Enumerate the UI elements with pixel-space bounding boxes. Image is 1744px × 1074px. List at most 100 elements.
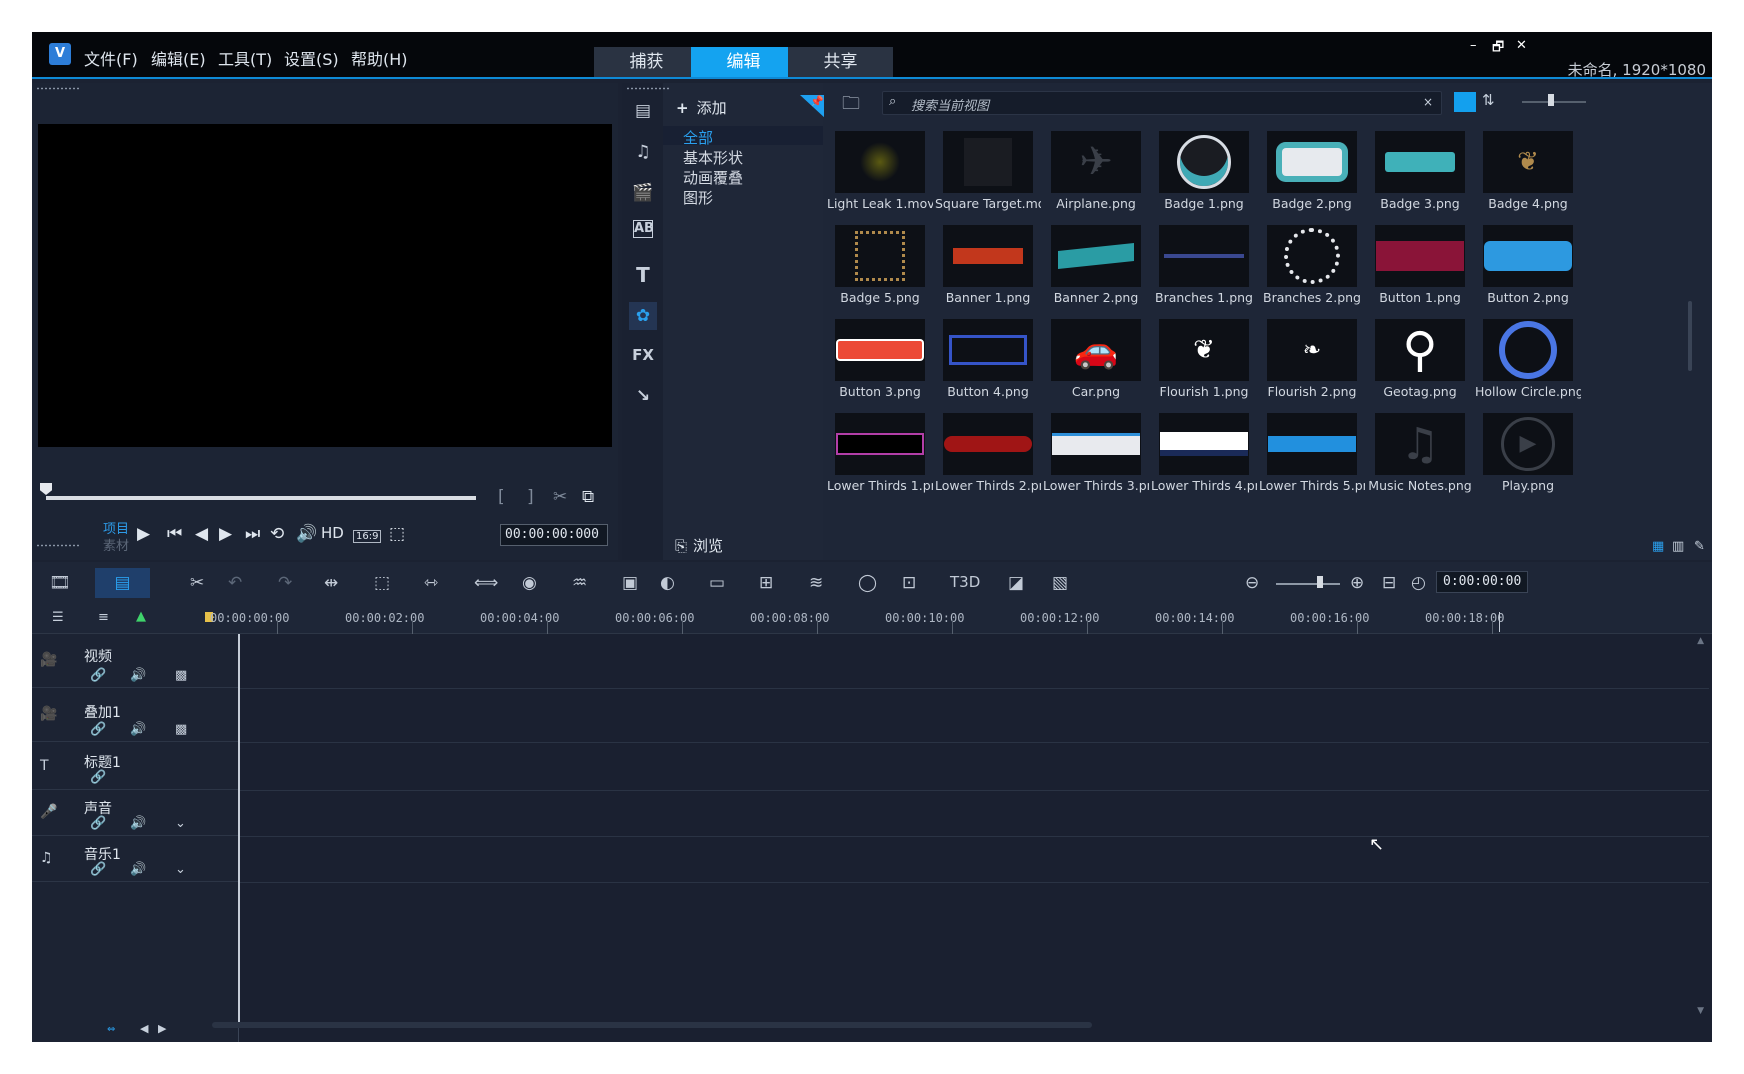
- track-header-overlay[interactable]: 🎥 叠加1 🔗 🔊 ▩: [32, 688, 239, 742]
- audio-mixer-icon[interactable]: ♒: [572, 573, 587, 593]
- timeline-horizontal-scrollbar[interactable]: [212, 1022, 1092, 1028]
- split-view-icon[interactable]: ▥: [1672, 539, 1684, 554]
- library-item[interactable]: Badge 1.png: [1151, 125, 1257, 217]
- library-item[interactable]: ♫ Music Notes.png: [1367, 407, 1473, 499]
- enlarge-preview-icon[interactable]: ⧉: [582, 487, 594, 507]
- split-icon[interactable]: ⇿: [424, 573, 438, 593]
- menu-help[interactable]: 帮助(H): [351, 46, 408, 70]
- path-icon[interactable]: ↘: [629, 382, 657, 410]
- tab-capture[interactable]: 捕获: [594, 47, 699, 77]
- mute-icon[interactable]: 🔊: [130, 668, 146, 683]
- mark-out-icon[interactable]: ]: [527, 487, 534, 507]
- redo-icon[interactable]: ↷: [278, 573, 292, 593]
- smart-package-icon[interactable]: ◪: [1008, 573, 1024, 593]
- library-item[interactable]: ❦ Badge 4.png: [1475, 125, 1581, 217]
- library-item[interactable]: Branches 1.png: [1151, 219, 1257, 311]
- link-icon[interactable]: 🔗: [90, 722, 106, 737]
- tools-icon[interactable]: ✂: [190, 573, 204, 593]
- ripple-toggle-icon[interactable]: ▩: [175, 722, 187, 737]
- track-header-music[interactable]: ♫ 音乐1 🔗 🔊 ⌄: [32, 836, 239, 882]
- pin-icon[interactable]: 📌: [800, 95, 826, 119]
- category-animated-overlays[interactable]: 动画覆叠: [683, 167, 743, 188]
- menu-tools[interactable]: 工具(T): [218, 46, 272, 70]
- add-button[interactable]: + 添加: [676, 97, 727, 118]
- library-item[interactable]: ❧ Flourish 2.png: [1259, 313, 1365, 405]
- undo-icon[interactable]: ↶: [228, 573, 242, 593]
- multi-camera-icon[interactable]: ▣: [622, 573, 638, 593]
- end-icon[interactable]: ⏭: [245, 524, 260, 544]
- media-icon[interactable]: ▤: [629, 97, 657, 125]
- timeline-ruler[interactable]: ☰ ≡ ▲ 00:00:00:00 00:00:02:00 00:00:04:00 0…: [32, 604, 1712, 634]
- thumbnail-size-slider[interactable]: [1522, 101, 1586, 103]
- player-timecode[interactable]: 00:00:00:000: [500, 524, 608, 546]
- library-item[interactable]: Lower Thirds 2.png: [935, 407, 1041, 499]
- subtitle-icon[interactable]: ▭: [709, 573, 725, 593]
- track-manager-icon[interactable]: ☰: [52, 610, 64, 625]
- library-item[interactable]: Badge 2.png: [1259, 125, 1365, 217]
- mute-icon[interactable]: 🔊: [130, 862, 146, 877]
- library-item[interactable]: Lower Thirds 3.png: [1043, 407, 1149, 499]
- playhead-line[interactable]: [238, 634, 240, 1024]
- video-wall-icon[interactable]: ▧: [1052, 573, 1068, 593]
- transition-icon[interactable]: 🎬: [629, 179, 657, 207]
- library-item[interactable]: Light Leak 1.mov: [827, 125, 933, 217]
- panel-grip[interactable]: [36, 87, 80, 90]
- library-item[interactable]: Hollow Circle.png: [1475, 313, 1581, 405]
- record-capture-icon[interactable]: ⬚: [374, 573, 390, 593]
- menu-settings[interactable]: 设置(S): [284, 46, 339, 70]
- link-icon[interactable]: 🔗: [90, 668, 106, 683]
- title-icon[interactable]: AB: [633, 220, 654, 238]
- link-icon[interactable]: 🔗: [90, 816, 106, 831]
- library-item[interactable]: Button 3.png: [827, 313, 933, 405]
- mode-clip-label[interactable]: 素材: [103, 535, 129, 554]
- track-header-title[interactable]: T 标题1 🔗: [32, 742, 239, 790]
- category-basic-shapes[interactable]: 基本形状: [683, 147, 743, 168]
- import-folder-icon[interactable]: 🗀: [842, 91, 860, 121]
- home-icon[interactable]: ⏮: [167, 524, 182, 544]
- ripple-edit-icon[interactable]: ▲: [136, 609, 146, 624]
- sort-icon[interactable]: ⇅: [1482, 91, 1495, 109]
- library-item[interactable]: Badge 5.png: [827, 219, 933, 311]
- ripple-toggle-icon[interactable]: ▩: [175, 668, 187, 683]
- timeline-track-area[interactable]: ↖ ▲ ▼: [238, 612, 1712, 1042]
- options-icon[interactable]: ✎: [1694, 539, 1705, 554]
- scroll-right-icon[interactable]: ▶: [158, 1022, 166, 1035]
- text-icon[interactable]: T: [629, 261, 657, 289]
- fit-to-window-icon[interactable]: ⇹: [324, 573, 338, 593]
- blend-icon[interactable]: ◐: [660, 573, 675, 593]
- zoom-in-icon[interactable]: ⊕: [1350, 573, 1364, 593]
- fit-project-icon[interactable]: ⊟: [1382, 573, 1396, 593]
- expand-icon[interactable]: ⌄: [175, 862, 186, 877]
- search-input[interactable]: ⌕ 搜索当前视图 ×: [882, 91, 1442, 115]
- track-header-video[interactable]: 🎥 视频 🔗 🔊 ▩: [32, 634, 239, 688]
- volume-icon[interactable]: 🔊: [296, 524, 317, 544]
- chapter-icon[interactable]: ≡: [98, 610, 109, 625]
- library-item[interactable]: ▶ Play.png: [1475, 407, 1581, 499]
- scrub-bar[interactable]: [46, 496, 476, 500]
- tab-share[interactable]: 共享: [788, 47, 893, 77]
- library-item[interactable]: Banner 2.png: [1043, 219, 1149, 311]
- hd-toggle[interactable]: HD: [321, 524, 344, 542]
- graphics-icon[interactable]: ✿: [629, 302, 657, 330]
- library-item[interactable]: Lower Thirds 5.png: [1259, 407, 1365, 499]
- pan-zoom-icon[interactable]: ⊡: [902, 573, 916, 593]
- tab-edit[interactable]: 编辑: [691, 47, 796, 77]
- library-view-icon[interactable]: ▦: [1652, 539, 1664, 554]
- thumbnail-size-handle[interactable]: [1548, 94, 1554, 106]
- list-view-icon[interactable]: [1454, 92, 1476, 112]
- category-graphics[interactable]: 图形: [683, 187, 713, 208]
- library-scrollbar[interactable]: [1688, 301, 1692, 371]
- aspect-ratio-button[interactable]: 16:9: [353, 530, 382, 543]
- minimize-icon[interactable]: –: [1470, 38, 1477, 53]
- motion-tracking-icon[interactable]: ≋: [809, 573, 823, 593]
- timeline-view-icon[interactable]: ▤: [95, 568, 150, 598]
- expand-icon[interactable]: ⌄: [175, 816, 186, 831]
- storyboard-view-icon[interactable]: 🎞: [49, 573, 71, 593]
- library-item[interactable]: Button 4.png: [935, 313, 1041, 405]
- play-icon[interactable]: ▶: [137, 524, 150, 544]
- category-all[interactable]: 全部: [683, 127, 713, 148]
- timeline-timecode[interactable]: 0:00:00:00: [1436, 571, 1528, 593]
- prev-frame-icon[interactable]: ◀: [195, 524, 208, 544]
- browse-button[interactable]: ⎘ 浏览: [675, 535, 723, 556]
- library-item[interactable]: Lower Thirds 4.png: [1151, 407, 1257, 499]
